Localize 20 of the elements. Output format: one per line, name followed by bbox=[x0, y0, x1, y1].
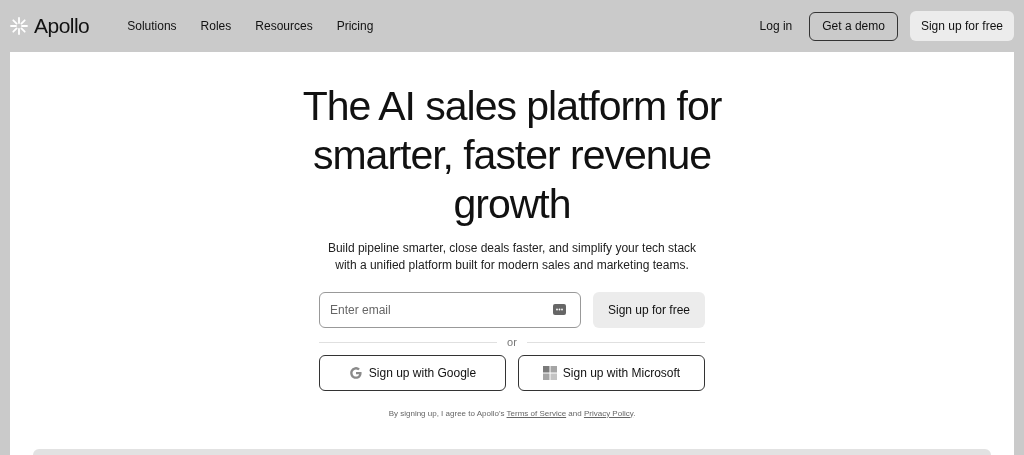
nav-link[interactable]: Pricing bbox=[336, 17, 374, 35]
brand-name[interactable]: Apollo bbox=[34, 10, 90, 42]
demo-button[interactable]: Get a demo bbox=[809, 11, 898, 41]
hero-title: The AI sales platform for smarter, faster revenue growth bbox=[301, 82, 723, 229]
nav-link[interactable]: Resources bbox=[255, 17, 313, 35]
nav-link[interactable]: Solutions bbox=[127, 17, 177, 35]
hero-subtitle: Build pipeline smarter, close deals faster, and simplify your tech stack with a unified platform built for modern sales and marketing teams. bbox=[326, 240, 698, 274]
microsoft-signup-button[interactable]: Sign up with Microsoft bbox=[518, 354, 705, 391]
email-field[interactable]: Enter email bbox=[319, 292, 581, 328]
terms-link[interactable]: Terms of Service bbox=[506, 408, 567, 418]
login-link[interactable]: Log in bbox=[759, 17, 793, 35]
signup-button[interactable]: Sign up for free bbox=[593, 292, 705, 328]
nav-link[interactable]: Roles bbox=[200, 17, 232, 35]
legal-text: By signing up, I agree to Apollo's Terms of Service and Privacy Policy. bbox=[388, 407, 636, 420]
windows-logo-icon bbox=[542, 365, 557, 380]
google-icon bbox=[348, 365, 363, 380]
signup-button[interactable]: Sign up for free bbox=[909, 11, 1014, 41]
divider-text: or bbox=[507, 335, 517, 350]
google-signup-button[interactable]: Sign up with Google bbox=[319, 354, 506, 391]
password-manager-icon[interactable] bbox=[553, 304, 566, 315]
